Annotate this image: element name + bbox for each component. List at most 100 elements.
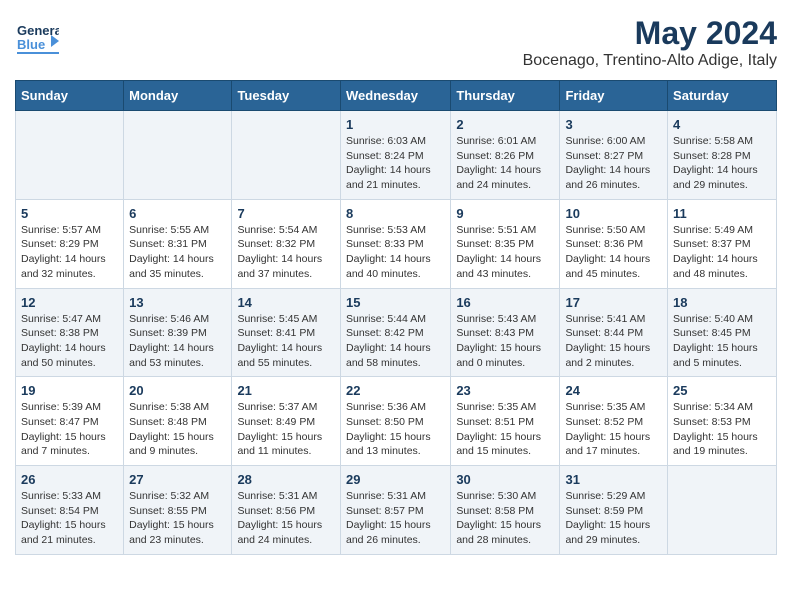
cell-info: Sunrise: 5:50 AM Sunset: 8:36 PM Dayligh…	[565, 223, 662, 282]
cell-info: Sunrise: 5:37 AM Sunset: 8:49 PM Dayligh…	[237, 400, 335, 459]
day-number: 13	[129, 295, 226, 310]
title-block: May 2024 Bocenago, Trentino-Alto Adige, …	[523, 15, 777, 70]
day-number: 25	[673, 383, 771, 398]
calendar-cell: 9 Sunrise: 5:51 AM Sunset: 8:35 PM Daylig…	[451, 199, 560, 288]
logo: General Blue	[15, 15, 59, 59]
cell-info: Sunrise: 5:51 AM Sunset: 8:35 PM Dayligh…	[456, 223, 554, 282]
calendar-cell: 31 Sunrise: 5:29 AM Sunset: 8:59 PM Dayli…	[560, 466, 668, 555]
cell-info: Sunrise: 5:44 AM Sunset: 8:42 PM Dayligh…	[346, 312, 445, 371]
calendar-cell	[232, 111, 341, 200]
calendar-cell: 12 Sunrise: 5:47 AM Sunset: 8:38 PM Dayli…	[16, 288, 124, 377]
calendar-cell: 20 Sunrise: 5:38 AM Sunset: 8:48 PM Dayli…	[124, 377, 232, 466]
day-number: 23	[456, 383, 554, 398]
weekday-header-sunday: Sunday	[16, 81, 124, 111]
weekday-header-row: SundayMondayTuesdayWednesdayThursdayFrid…	[16, 81, 777, 111]
calendar-cell: 13 Sunrise: 5:46 AM Sunset: 8:39 PM Dayli…	[124, 288, 232, 377]
calendar-week-row: 12 Sunrise: 5:47 AM Sunset: 8:38 PM Dayli…	[16, 288, 777, 377]
calendar-cell: 3 Sunrise: 6:00 AM Sunset: 8:27 PM Daylig…	[560, 111, 668, 200]
cell-info: Sunrise: 5:38 AM Sunset: 8:48 PM Dayligh…	[129, 400, 226, 459]
calendar-cell: 29Sunrise: 5:31 AM Sunset: 8:57 PM Dayli…	[340, 466, 450, 555]
cell-info: Sunrise: 5:46 AM Sunset: 8:39 PM Dayligh…	[129, 312, 226, 371]
day-number: 12	[21, 295, 118, 310]
day-number: 28	[237, 472, 335, 487]
day-number: 10	[565, 206, 662, 221]
month-year-title: May 2024	[523, 15, 777, 52]
calendar-cell: 30 Sunrise: 5:30 AM Sunset: 8:58 PM Dayli…	[451, 466, 560, 555]
cell-info: Sunrise: 5:47 AM Sunset: 8:38 PM Dayligh…	[21, 312, 118, 371]
cell-info: Sunrise: 5:49 AM Sunset: 8:37 PM Dayligh…	[673, 223, 771, 282]
location-subtitle: Bocenago, Trentino-Alto Adige, Italy	[523, 52, 777, 70]
cell-info: Sunrise: 5:40 AM Sunset: 8:45 PM Dayligh…	[673, 312, 771, 371]
cell-info: Sunrise: 5:29 AM Sunset: 8:59 PM Dayligh…	[565, 489, 662, 548]
svg-text:General: General	[17, 23, 59, 38]
day-number: 19	[21, 383, 118, 398]
day-number: 21	[237, 383, 335, 398]
day-number: 17	[565, 295, 662, 310]
calendar-week-row: 26Sunrise: 5:33 AM Sunset: 8:54 PM Dayli…	[16, 466, 777, 555]
day-number: 3	[565, 117, 662, 132]
weekday-header-wednesday: Wednesday	[340, 81, 450, 111]
weekday-header-thursday: Thursday	[451, 81, 560, 111]
day-number: 18	[673, 295, 771, 310]
calendar-cell: 23 Sunrise: 5:35 AM Sunset: 8:51 PM Dayli…	[451, 377, 560, 466]
calendar-cell: 5 Sunrise: 5:57 AM Sunset: 8:29 PM Daylig…	[16, 199, 124, 288]
calendar-cell: 14Sunrise: 5:45 AM Sunset: 8:41 PM Dayli…	[232, 288, 341, 377]
weekday-header-monday: Monday	[124, 81, 232, 111]
calendar-cell: 24Sunrise: 5:35 AM Sunset: 8:52 PM Dayli…	[560, 377, 668, 466]
calendar-week-row: 1Sunrise: 6:03 AM Sunset: 8:24 PM Daylig…	[16, 111, 777, 200]
calendar-cell: 4 Sunrise: 5:58 AM Sunset: 8:28 PM Daylig…	[668, 111, 777, 200]
calendar-week-row: 5 Sunrise: 5:57 AM Sunset: 8:29 PM Daylig…	[16, 199, 777, 288]
calendar-cell	[668, 466, 777, 555]
cell-info: Sunrise: 5:43 AM Sunset: 8:43 PM Dayligh…	[456, 312, 554, 371]
calendar-cell: 2Sunrise: 6:01 AM Sunset: 8:26 PM Daylig…	[451, 111, 560, 200]
cell-info: Sunrise: 5:33 AM Sunset: 8:54 PM Dayligh…	[21, 489, 118, 548]
day-number: 27	[129, 472, 226, 487]
cell-info: Sunrise: 5:41 AM Sunset: 8:44 PM Dayligh…	[565, 312, 662, 371]
day-number: 15	[346, 295, 445, 310]
calendar-cell	[124, 111, 232, 200]
calendar-cell: 26Sunrise: 5:33 AM Sunset: 8:54 PM Dayli…	[16, 466, 124, 555]
calendar-cell: 17 Sunrise: 5:41 AM Sunset: 8:44 PM Dayli…	[560, 288, 668, 377]
day-number: 30	[456, 472, 554, 487]
day-number: 20	[129, 383, 226, 398]
day-number: 5	[21, 206, 118, 221]
calendar-cell: 16 Sunrise: 5:43 AM Sunset: 8:43 PM Dayli…	[451, 288, 560, 377]
cell-info: Sunrise: 5:57 AM Sunset: 8:29 PM Dayligh…	[21, 223, 118, 282]
cell-info: Sunrise: 5:30 AM Sunset: 8:58 PM Dayligh…	[456, 489, 554, 548]
day-number: 4	[673, 117, 771, 132]
calendar-cell: 1Sunrise: 6:03 AM Sunset: 8:24 PM Daylig…	[340, 111, 450, 200]
cell-info: Sunrise: 5:31 AM Sunset: 8:56 PM Dayligh…	[237, 489, 335, 548]
weekday-header-friday: Friday	[560, 81, 668, 111]
cell-info: Sunrise: 5:54 AM Sunset: 8:32 PM Dayligh…	[237, 223, 335, 282]
day-number: 29	[346, 472, 445, 487]
day-number: 9	[456, 206, 554, 221]
cell-info: Sunrise: 5:36 AM Sunset: 8:50 PM Dayligh…	[346, 400, 445, 459]
calendar-cell: 8 Sunrise: 5:53 AM Sunset: 8:33 PM Daylig…	[340, 199, 450, 288]
calendar-cell: 21 Sunrise: 5:37 AM Sunset: 8:49 PM Dayli…	[232, 377, 341, 466]
calendar-cell: 10 Sunrise: 5:50 AM Sunset: 8:36 PM Dayli…	[560, 199, 668, 288]
day-number: 16	[456, 295, 554, 310]
day-number: 7	[237, 206, 335, 221]
day-number: 11	[673, 206, 771, 221]
cell-info: Sunrise: 5:35 AM Sunset: 8:51 PM Dayligh…	[456, 400, 554, 459]
cell-info: Sunrise: 5:58 AM Sunset: 8:28 PM Dayligh…	[673, 134, 771, 193]
calendar-cell: 27 Sunrise: 5:32 AM Sunset: 8:55 PM Dayli…	[124, 466, 232, 555]
calendar-week-row: 19 Sunrise: 5:39 AM Sunset: 8:47 PM Dayli…	[16, 377, 777, 466]
day-number: 6	[129, 206, 226, 221]
calendar-table: SundayMondayTuesdayWednesdayThursdayFrid…	[15, 80, 777, 555]
day-number: 8	[346, 206, 445, 221]
cell-info: Sunrise: 5:53 AM Sunset: 8:33 PM Dayligh…	[346, 223, 445, 282]
day-number: 31	[565, 472, 662, 487]
calendar-cell: 15 Sunrise: 5:44 AM Sunset: 8:42 PM Dayli…	[340, 288, 450, 377]
calendar-cell	[16, 111, 124, 200]
cell-info: Sunrise: 6:00 AM Sunset: 8:27 PM Dayligh…	[565, 134, 662, 193]
cell-info: Sunrise: 5:39 AM Sunset: 8:47 PM Dayligh…	[21, 400, 118, 459]
cell-info: Sunrise: 5:35 AM Sunset: 8:52 PM Dayligh…	[565, 400, 662, 459]
calendar-cell: 28 Sunrise: 5:31 AM Sunset: 8:56 PM Dayli…	[232, 466, 341, 555]
weekday-header-tuesday: Tuesday	[232, 81, 341, 111]
calendar-cell: 6Sunrise: 5:55 AM Sunset: 8:31 PM Daylig…	[124, 199, 232, 288]
cell-info: Sunrise: 5:32 AM Sunset: 8:55 PM Dayligh…	[129, 489, 226, 548]
day-number: 22	[346, 383, 445, 398]
calendar-cell: 11 Sunrise: 5:49 AM Sunset: 8:37 PM Dayli…	[668, 199, 777, 288]
calendar-cell: 22 Sunrise: 5:36 AM Sunset: 8:50 PM Dayli…	[340, 377, 450, 466]
